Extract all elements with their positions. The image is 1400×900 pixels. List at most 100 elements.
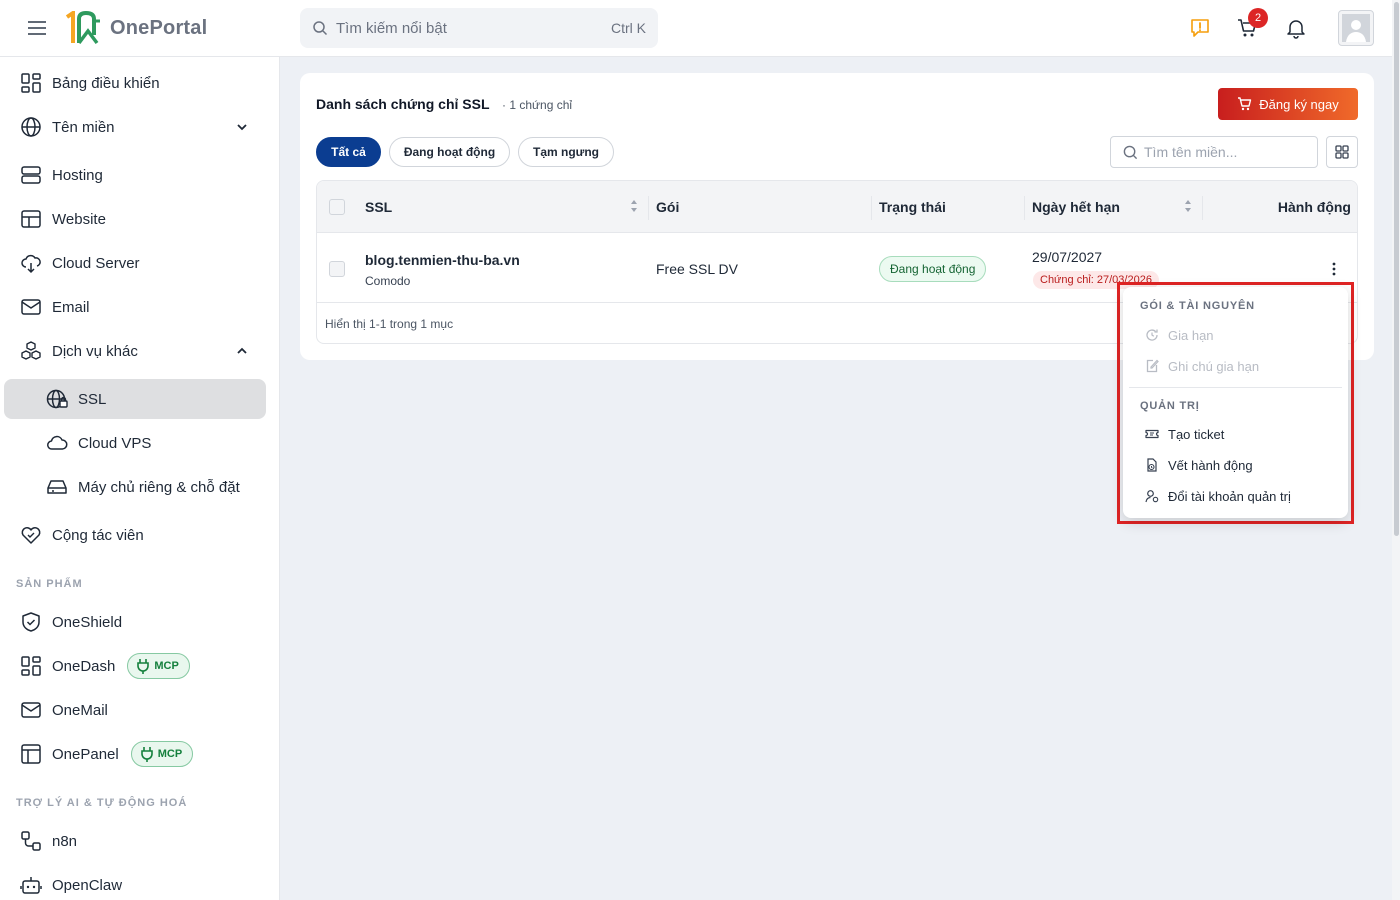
sidebar-item-cloud-vps[interactable]: Cloud VPS [4,423,266,463]
menu-item-label: Gia hạn [1168,327,1214,343]
history-file-icon [1147,458,1157,472]
sidebar-item-label: Email [52,298,90,316]
menu-item-label: Tạo ticket [1168,426,1225,442]
section-label-products: SẢN PHẨM [16,578,83,590]
tab-all[interactable]: Tất cả [316,137,381,167]
register-now-label: Đăng ký ngay [1259,96,1339,112]
shield-icon [22,612,40,632]
top-header: OnePortal Tìm kiếm nổi bật Ctrl K 2 [0,0,1400,57]
sidebar-item-n8n[interactable]: n8n [4,821,266,861]
sidebar-item-label: OneShield [52,613,123,631]
cart-icon [1238,97,1252,111]
app-name: OnePortal [110,16,208,39]
global-search[interactable]: Tìm kiếm nổi bật Ctrl K [300,8,658,48]
server-icon [21,166,41,184]
search-icon [1123,145,1138,159]
grid-view-toggle[interactable] [1326,136,1358,168]
row-checkbox[interactable] [329,261,345,277]
user-avatar[interactable] [1338,10,1374,46]
sidebar-item-label: OpenClaw [52,876,123,894]
column-header-actions: Hành động [1277,199,1351,215]
column-header-expiry[interactable]: Ngày hết hạn [1032,199,1120,215]
sidebar-item-cloud-server[interactable]: Cloud Server [4,243,266,283]
sort-icon[interactable] [630,198,638,214]
sidebar-item-openclaw[interactable]: OpenClaw [4,865,266,900]
page-title: Danh sách chứng chỉ SSL [316,96,490,112]
app-logo[interactable]: OnePortal [64,11,207,45]
logo-mark-icon [65,11,100,45]
feedback-icon[interactable] [1189,17,1211,39]
column-header-package: Gói [656,199,680,215]
sidebar-item-website[interactable]: Website [4,199,266,239]
section-label-ai: TRỢ LÝ AI & TỰ ĐỘNG HOÁ [16,797,188,809]
select-all-checkbox[interactable] [329,199,345,215]
sidebar-item-dedicated-server[interactable]: Máy chủ riêng & chỗ đặt [4,467,266,507]
cloud-icon [47,435,68,450]
tab-suspended[interactable]: Tạm ngưng [518,137,614,167]
sidebar-item-onemail[interactable]: OneMail [4,690,266,730]
domain-search-box[interactable] [1110,136,1318,168]
menu-section-package: GÓI & TÀI NGUYÊN [1140,300,1255,312]
menu-divider [1129,387,1342,388]
sidebar-item-other-services[interactable]: Dịch vụ khác [4,331,266,371]
globe-icon [21,117,41,137]
menu-item-action-log[interactable]: Vết hành động [1129,452,1341,478]
ssl-domain[interactable]: blog.tenmien-thu-ba.vn [365,252,520,268]
menu-item-label: Ghi chú gia hạn [1168,358,1260,374]
sidebar-item-email[interactable]: Email [4,287,266,327]
menu-section-admin: QUẢN TRỊ [1140,400,1200,412]
column-divider [871,196,872,220]
column-header-ssl[interactable]: SSL [365,199,392,215]
user-icon [1342,14,1370,42]
menu-item-renew-note[interactable]: Ghi chú gia hạn [1129,353,1341,379]
column-divider [648,196,649,220]
bot-icon [20,877,42,894]
sidebar-item-label: Máy chủ riêng & chỗ đặt [78,478,240,496]
search-shortcut: Ctrl K [611,20,646,36]
notification-bell-icon[interactable] [1285,17,1307,39]
menu-toggle-icon[interactable] [28,20,46,36]
plug-icon [137,659,150,674]
page-scrollbar-thumb[interactable] [1394,2,1399,536]
ssl-package: Free SSL DV [656,261,738,277]
sidebar-item-label: Website [52,210,106,228]
mcp-badge-label: MCP [154,660,179,672]
register-now-button[interactable]: Đăng ký ngay [1218,88,1358,120]
sidebar-item-dashboard[interactable]: Bảng điều khiển [4,63,266,103]
search-icon [313,21,328,36]
menu-item-renew[interactable]: Gia hạn [1129,322,1341,348]
ssl-provider: Comodo [365,274,411,288]
row-actions-menu: GÓI & TÀI NGUYÊN Gia hạn Ghi chú gia hạn… [1123,287,1348,518]
sidebar-item-label: Dịch vụ khác [52,342,138,360]
sort-icon[interactable] [1184,198,1192,214]
menu-item-switch-admin[interactable]: Đổi tài khoản quản trị [1129,483,1341,509]
menu-item-create-ticket[interactable]: Tạo ticket [1129,421,1341,447]
sidebar-item-label: Tên miền [52,118,115,136]
website-icon [21,210,41,228]
sidebar-item-hosting[interactable]: Hosting [4,155,266,195]
sidebar-item-label: Cloud VPS [78,434,152,452]
sidebar-item-oneshield[interactable]: OneShield [4,602,266,642]
dashboard-icon [21,656,41,676]
cloud-server-icon [21,254,41,274]
domain-search-input[interactable] [1144,144,1304,160]
panel-icon [21,744,41,764]
sidebar-item-affiliates[interactable]: Cộng tác viên [4,515,266,555]
tab-active[interactable]: Đang hoạt động [389,137,510,167]
chevron-down-icon [237,124,247,131]
sidebar-item-ssl[interactable]: SSL [4,379,266,419]
user-switch-icon [1145,490,1159,503]
sidebar-item-onedash[interactable]: OneDash MCP [4,646,266,686]
mail-icon [21,702,41,718]
search-placeholder: Tìm kiếm nổi bật [336,19,447,37]
sidebar-item-domains[interactable]: Tên miền [4,107,266,147]
pagination-summary: Hiển thị 1-1 trong 1 mục [325,317,454,331]
dashboard-icon [21,73,41,93]
heart-handshake-icon [21,527,41,544]
ssl-globe-icon [46,389,68,409]
sidebar: Bảng điều khiển Tên miền Hosting Website… [0,57,280,900]
sidebar-item-onepanel[interactable]: OnePanel MCP [4,734,266,774]
ticket-icon [1145,429,1159,439]
more-vertical-icon[interactable] [1327,261,1341,277]
sidebar-item-label: Bảng điều khiển [52,74,160,92]
